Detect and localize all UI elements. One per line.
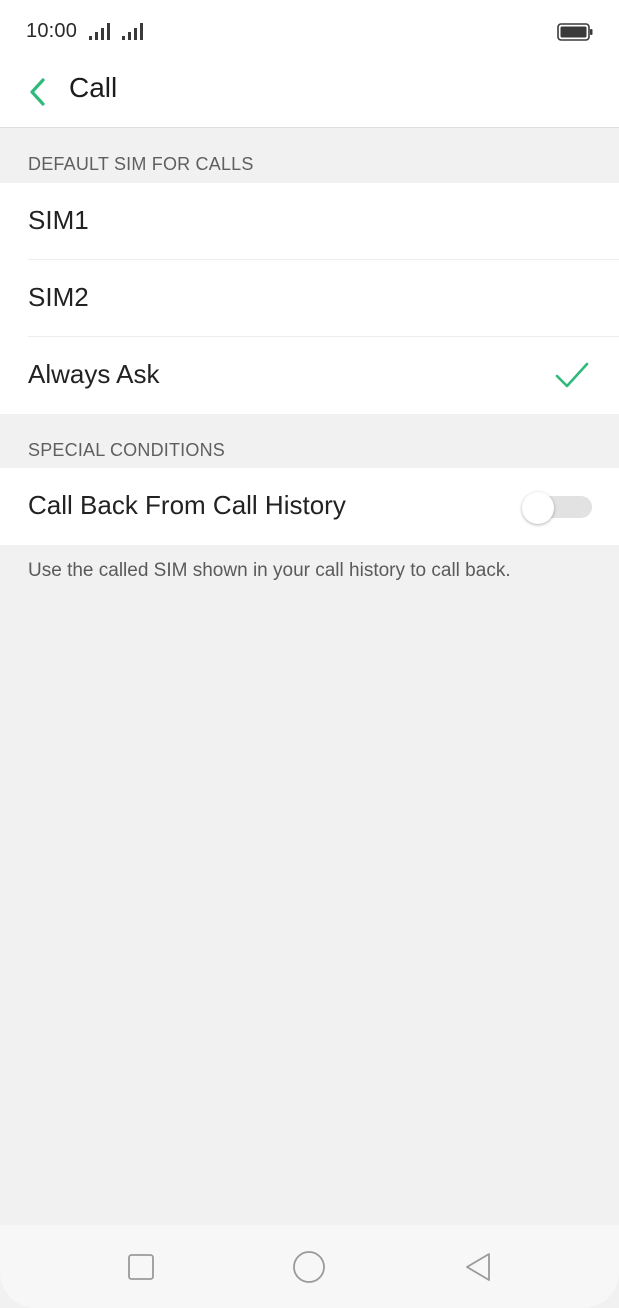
navigation-bar	[0, 1225, 619, 1308]
signal-icon	[122, 23, 143, 40]
section-header-default-sim: DEFAULT SIM FOR CALLS	[28, 154, 254, 174]
call-back-toggle[interactable]	[522, 492, 592, 524]
option-label: SIM2	[28, 282, 89, 312]
section-header-special-conditions: SPECIAL CONDITIONS	[28, 440, 225, 460]
option-always-ask[interactable]: Always Ask	[0, 337, 619, 414]
battery-icon	[557, 23, 593, 41]
call-settings-screen: 10:00 Call DEFAULT SIM FOR CALLS SIM1 SI…	[0, 0, 619, 1308]
signal-icon	[89, 23, 110, 40]
page-title: Call	[69, 72, 118, 103]
option-sim1[interactable]: SIM1	[0, 183, 619, 260]
square-recents-icon[interactable]	[121, 1247, 161, 1287]
circle-home-icon[interactable]	[289, 1247, 329, 1287]
default-sim-options: SIM1 SIM2 Always Ask	[0, 183, 619, 414]
special-conditions-group: Call Back From Call History	[0, 468, 619, 545]
chevron-left-icon	[30, 78, 45, 106]
option-sim2[interactable]: SIM2	[0, 260, 619, 337]
status-time: 10:00	[26, 20, 78, 42]
option-label: Always Ask	[28, 359, 160, 389]
checkmark-icon	[555, 362, 589, 388]
status-bar: 10:00	[0, 0, 619, 64]
toggle-thumb	[522, 492, 554, 524]
option-label: SIM1	[28, 205, 89, 235]
call-back-description: Use the called SIM shown in your call hi…	[28, 560, 511, 581]
call-back-row[interactable]: Call Back From Call History	[0, 468, 619, 545]
app-bar: Call	[0, 64, 619, 128]
back-button[interactable]	[18, 70, 58, 114]
triangle-back-icon[interactable]	[458, 1247, 498, 1287]
call-back-label: Call Back From Call History	[28, 490, 346, 520]
